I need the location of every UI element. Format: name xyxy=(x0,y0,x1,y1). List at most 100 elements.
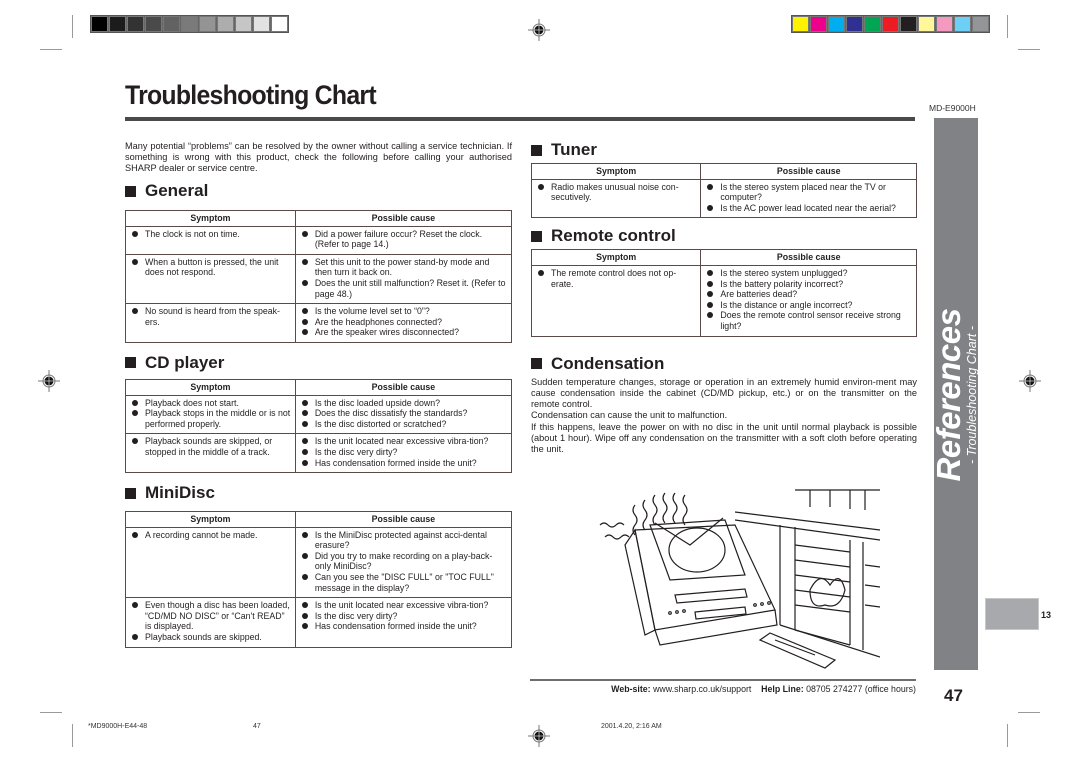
bullet-dot-icon xyxy=(707,291,714,298)
crop-mark xyxy=(1018,49,1040,50)
condensation-text: Sudden temperature changes, storage or o… xyxy=(531,377,917,456)
bullet-dot-icon xyxy=(301,318,308,325)
section-heading-cd-player: CD player xyxy=(125,353,512,373)
symptom-cell: No sound is heard from the speak-ers. xyxy=(125,303,296,343)
bullet-text: Does the disc dissatisfy the standards? xyxy=(314,408,468,419)
right-column: Tuner Symptom Possible cause Radio makes u… xyxy=(531,140,917,456)
bullet-text: Are batteries dead? xyxy=(720,289,798,300)
cause-column-header: Possible cause xyxy=(700,249,917,266)
bullet-dot-icon xyxy=(301,258,308,265)
bullet-dot-icon xyxy=(301,230,308,237)
bullet-text: Is the unit located near excessive vibra… xyxy=(314,436,489,447)
table-row: No sound is heard from the speak-ers. Is … xyxy=(125,303,512,343)
bullet-text: Are the speaker wires disconnected? xyxy=(314,327,460,338)
color-swatch xyxy=(900,16,917,32)
bullet-dot-icon xyxy=(132,602,138,609)
bullet-text: A recording cannot be made. xyxy=(145,529,258,540)
color-swatch xyxy=(271,16,288,32)
bullet-text: Is the disc very dirty? xyxy=(314,610,398,621)
bullet-item: Does the disc dissatisfy the standards? xyxy=(301,408,507,419)
print-date: 2001.4.20, 2:16 AM xyxy=(601,723,662,730)
bullet-item: Are the speaker wires disconnected? xyxy=(301,327,507,338)
color-swatch xyxy=(199,16,216,32)
cause-cell: Is the stereo system unplugged? Is the ba… xyxy=(700,264,917,337)
bullet-dot-icon xyxy=(707,204,714,211)
color-swatch xyxy=(109,16,126,32)
bullet-text: Can you see the "DISC FULL" or "TOC FULL… xyxy=(314,572,494,593)
bullet-text: Is the AC power lead located near the ae… xyxy=(720,202,896,213)
bullet-dot-icon xyxy=(707,269,714,276)
crop-mark xyxy=(1007,724,1008,747)
bullet-item: Has condensation formed inside the unit? xyxy=(301,621,507,632)
bullet-item: Is the disc loaded upside down? xyxy=(301,398,507,409)
bullet-item: Is the battery polarity incorrect? xyxy=(707,279,912,290)
color-swatch xyxy=(127,16,144,32)
color-swatch xyxy=(864,16,881,32)
bullet-dot-icon xyxy=(132,634,138,641)
bullet-item: Does the remote control sensor receive s… xyxy=(707,310,912,331)
square-bullet-icon xyxy=(531,144,542,156)
square-bullet-icon xyxy=(125,185,136,197)
bullet-item: Set this unit to the power stand-by mode… xyxy=(301,257,507,278)
page-index-tab xyxy=(985,598,1039,630)
section-title: MiniDisc xyxy=(145,483,215,503)
bullet-text: No sound is heard from the speak-ers. xyxy=(145,306,280,327)
bullet-dot-icon xyxy=(132,308,138,315)
bullet-dot-icon xyxy=(301,623,308,630)
cause-cell: Is the unit located near excessive vibra… xyxy=(295,597,512,648)
side-tab-title: References xyxy=(930,308,967,482)
symptom-cell: Radio makes unusual noise con-secutively… xyxy=(531,178,702,218)
bullet-dot-icon xyxy=(301,459,308,466)
bullet-dot-icon xyxy=(301,420,308,427)
registration-target-icon xyxy=(528,725,550,747)
table-row: The remote control does not op-erate. Is … xyxy=(531,264,917,337)
bullet-text: Has condensation formed inside the unit? xyxy=(314,457,477,468)
bullet-item: Is the volume level set to “0”? xyxy=(301,306,507,317)
square-bullet-icon xyxy=(125,357,136,369)
section-title: Tuner xyxy=(551,140,597,159)
bullet-dot-icon xyxy=(301,602,308,609)
table-header-row: Symptom Possible cause xyxy=(531,249,917,266)
table-row: Playback sounds are skipped, or stopped … xyxy=(125,433,512,473)
section-title: CD player xyxy=(145,352,225,372)
bullet-item: The remote control does not op-erate. xyxy=(538,268,696,289)
bullet-dot-icon xyxy=(301,399,308,406)
cause-column-header: Possible cause xyxy=(295,210,512,227)
bullet-item: Is the disc distorted or scratched? xyxy=(301,419,507,430)
color-swatch xyxy=(846,16,863,32)
website-link[interactable]: www.sharp.co.uk/support xyxy=(653,684,751,694)
bullet-text: The remote control does not op-erate. xyxy=(551,267,677,289)
general-table: Symptom Possible cause The clock is not on… xyxy=(125,210,512,343)
color-swatch xyxy=(954,16,971,32)
symptom-cell: The remote control does not op-erate. xyxy=(531,264,702,337)
color-swatch xyxy=(145,16,162,32)
helpline-number: 08705 274277 (office hours) xyxy=(806,684,916,694)
crop-mark xyxy=(1018,712,1040,713)
helpline-label: Help Line: xyxy=(761,684,804,694)
square-bullet-icon xyxy=(125,487,136,499)
print-file-name: *MD9000H-E44-48 xyxy=(88,723,148,730)
color-swatch xyxy=(936,16,953,32)
table-row: Even though a disc has been loaded, “CD/… xyxy=(125,597,512,648)
color-swatch xyxy=(181,16,198,32)
bullet-item: Playback stops in the middle or is not p… xyxy=(132,408,291,429)
bullet-item: Playback sounds are skipped. xyxy=(132,632,291,643)
cause-cell: Is the stereo system placed near the TV … xyxy=(700,178,917,218)
square-bullet-icon xyxy=(531,230,542,242)
bullet-dot-icon xyxy=(132,258,138,265)
side-tab-label: References - Troubleshooting Chart - xyxy=(930,308,979,482)
table-header-row: Symptom Possible cause xyxy=(531,163,917,180)
bullet-item: Even though a disc has been loaded, “CD/… xyxy=(132,600,291,632)
website-label: Web-site: xyxy=(611,684,651,694)
section-title: General xyxy=(145,181,209,200)
table-row: Playback does not start. Playback stops i… xyxy=(125,394,512,434)
color-swatch xyxy=(163,16,180,32)
registration-target-icon xyxy=(528,19,550,41)
bullet-dot-icon xyxy=(538,269,544,276)
footer-contact: Web-site: www.sharp.co.uk/support Help L… xyxy=(611,684,916,694)
symptom-cell: A recording cannot be made. xyxy=(125,526,296,598)
bullet-text: Is the disc very dirty? xyxy=(314,446,398,457)
symptom-column-header: Symptom xyxy=(125,379,296,396)
bullet-item: Are the headphones connected? xyxy=(301,317,507,328)
bullet-dot-icon xyxy=(301,438,308,445)
